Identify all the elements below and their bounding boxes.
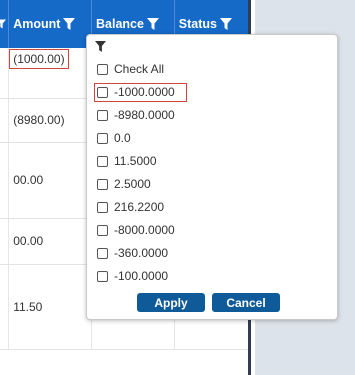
table-cell-amount: 11.50 — [8, 264, 92, 350]
funnel-icon — [95, 41, 106, 52]
funnel-icon[interactable] — [220, 18, 232, 30]
table-cell-amount: 00.00 — [8, 218, 92, 265]
checkbox[interactable] — [97, 132, 108, 144]
checkbox[interactable] — [97, 63, 108, 75]
table-cell — [0, 218, 10, 265]
table-cell-amount: (8980.00) — [8, 98, 92, 143]
filter-option[interactable]: 11.5000 — [97, 153, 157, 169]
header-amount-label: Amount — [13, 17, 61, 31]
filter-option[interactable]: -8980.0000 — [97, 107, 175, 123]
filter-option-label: 216.2200 — [114, 200, 165, 214]
filter-option-check-all[interactable]: Check All — [97, 61, 164, 77]
checkbox[interactable] — [97, 270, 108, 282]
table-cell-amount: (1000.00) — [8, 48, 92, 99]
filter-option-label: -100.0000 — [114, 269, 169, 283]
checkbox[interactable] — [97, 201, 108, 213]
table-cell — [0, 264, 10, 350]
filter-option[interactable]: -8000.0000 — [97, 222, 175, 238]
filter-option[interactable]: -1000.0000 — [97, 84, 175, 100]
funnel-icon[interactable] — [0, 18, 6, 30]
cancel-button[interactable]: Cancel — [212, 293, 280, 312]
filter-option[interactable]: 2.5000 — [97, 176, 151, 192]
filter-option-label: Check All — [114, 62, 165, 76]
apply-button[interactable]: Apply — [137, 293, 205, 312]
checkbox[interactable] — [97, 155, 108, 167]
checkbox[interactable] — [97, 247, 108, 259]
funnel-icon[interactable] — [146, 18, 159, 30]
highlighted-amount: (1000.00) — [9, 49, 69, 69]
filter-option-label: 0.0 — [114, 131, 131, 145]
header-first-col[interactable] — [0, 0, 10, 48]
header-amount[interactable]: Amount — [8, 0, 92, 48]
filter-option-label: 11.5000 — [114, 154, 157, 168]
filter-option-label: -1000.0000 — [114, 85, 175, 99]
table-cell — [0, 142, 10, 219]
filter-option[interactable]: -360.0000 — [97, 245, 168, 261]
filter-option-label: -360.0000 — [114, 246, 169, 260]
table-cell — [0, 98, 10, 143]
checkbox[interactable] — [97, 178, 108, 190]
filter-option-label: -8980.0000 — [114, 108, 175, 122]
filter-option-label: -8000.0000 — [114, 223, 175, 237]
header-balance-label: Balance — [96, 17, 144, 31]
filter-option[interactable]: 0.0 — [97, 130, 131, 146]
filter-option-label: 2.5000 — [114, 177, 151, 191]
filter-popup: Check All -1000.0000 -8980.0000 0.0 11.5… — [86, 34, 338, 320]
checkbox[interactable] — [97, 224, 108, 236]
filter-option[interactable]: -100.0000 — [97, 268, 168, 284]
checkbox[interactable] — [97, 86, 108, 98]
funnel-icon[interactable] — [63, 18, 76, 30]
header-status-label: Status — [178, 17, 217, 31]
table-cell-amount: 00.00 — [8, 142, 92, 219]
checkbox[interactable] — [97, 109, 108, 121]
filter-option[interactable]: 216.2200 — [97, 199, 164, 215]
table-cell — [0, 48, 10, 99]
